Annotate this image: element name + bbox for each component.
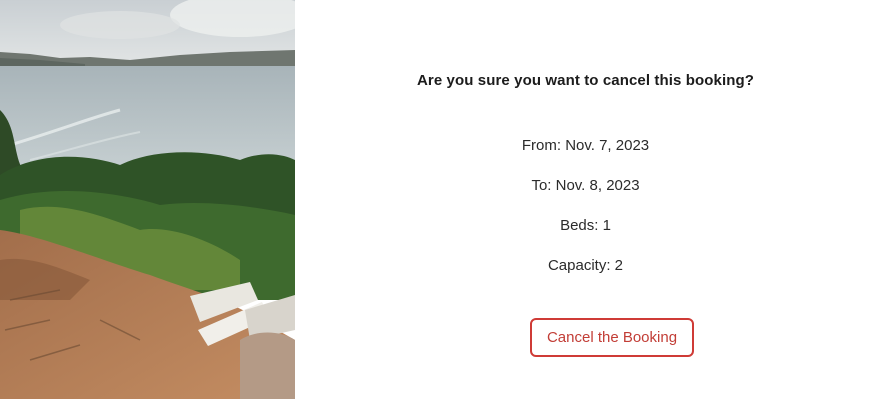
cancel-booking-panel: Are you sure you want to cancel this boo… <box>295 0 876 400</box>
booking-beds: Beds: 1 <box>560 217 611 234</box>
booking-capacity: Capacity: 2 <box>547 257 624 274</box>
confirmation-heading: Are you sure you want to cancel this boo… <box>416 72 755 89</box>
cancel-booking-page: Are you sure you want to cancel this boo… <box>0 0 876 400</box>
cancel-booking-button[interactable]: Cancel the Booking <box>530 318 694 357</box>
booking-from-date: From: Nov. 7, 2023 <box>521 137 650 154</box>
booking-to-date: To: Nov. 8, 2023 <box>531 177 640 194</box>
property-photo <box>0 0 295 399</box>
